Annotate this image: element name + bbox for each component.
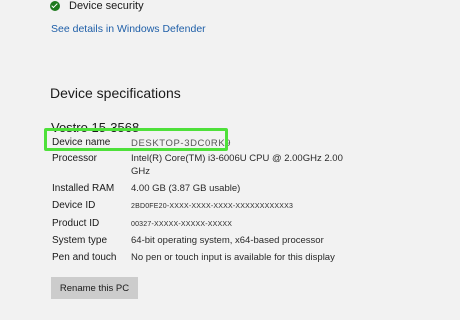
spec-label-device-id: Device ID [52, 200, 96, 211]
device-name-highlight [44, 128, 228, 151]
spec-label-product-id: Product ID [52, 218, 100, 229]
spec-value-pen-touch[interactable]: No pen or touch input is available for t… [131, 251, 431, 264]
spec-value-installed-ram[interactable]: 4.00 GB (3.87 GB usable) [131, 182, 363, 195]
spec-label-system-type: System type [52, 235, 108, 246]
rename-pc-button[interactable]: Rename this PC [51, 277, 138, 299]
spec-value-processor[interactable]: Intel(R) Core(TM) i3-6006U CPU @ 2.00GHz… [131, 152, 363, 178]
spec-label-installed-ram: Installed RAM [52, 183, 115, 194]
device-security-row: Device security [50, 0, 144, 13]
spec-label-processor: Processor [52, 153, 98, 164]
device-security-label: Device security [69, 0, 144, 12]
spec-value-device-id[interactable]: 2BD0FE20-XXXX-XXXX-XXXX-XXXXXXXXXXX3 [131, 200, 363, 213]
spec-value-product-id[interactable]: 00327-XXXXX-XXXXX-XXXXX [131, 218, 363, 231]
section-title: Device specifications [50, 85, 181, 101]
windows-defender-link[interactable]: See details in Windows Defender [51, 23, 206, 35]
checkmark-icon [50, 1, 60, 11]
spec-value-system-type[interactable]: 64-bit operating system, x64-based proce… [131, 234, 363, 247]
spec-label-pen-touch: Pen and touch [52, 252, 117, 263]
